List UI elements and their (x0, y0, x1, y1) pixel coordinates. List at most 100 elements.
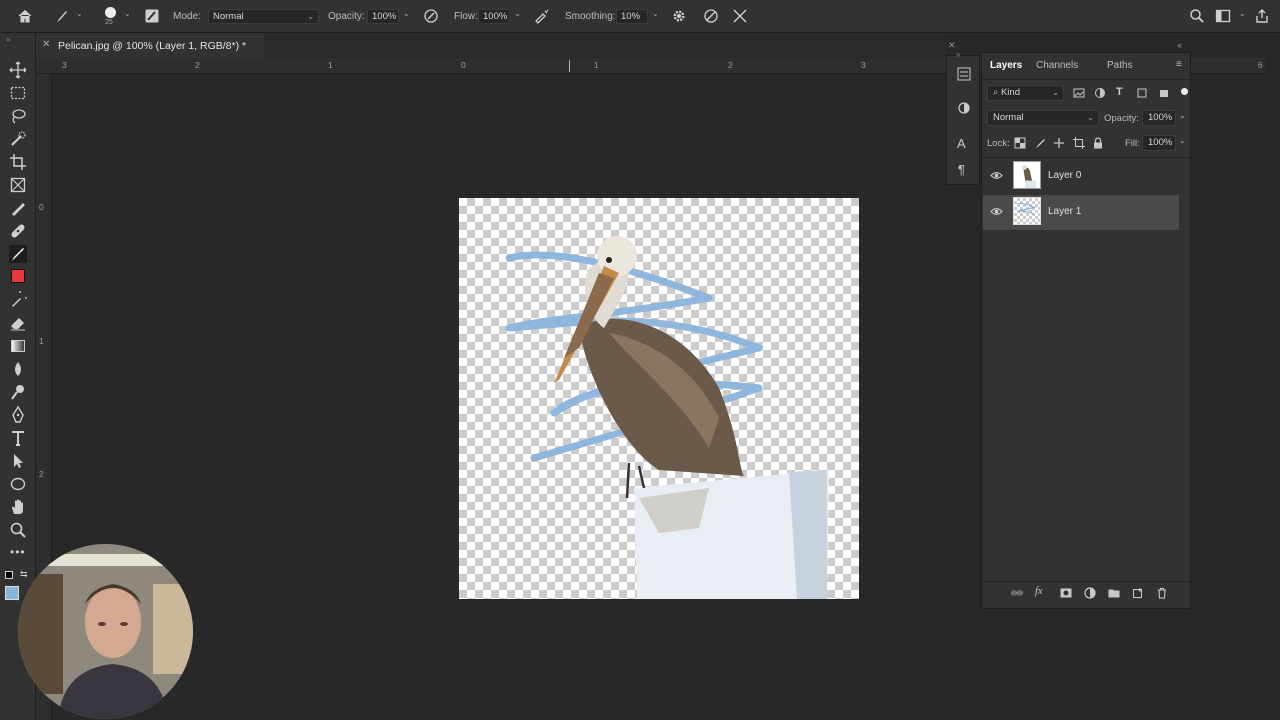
quick-selection-tool-icon[interactable] (9, 130, 27, 148)
layer-row-layer-0[interactable]: Layer 0 (983, 159, 1179, 194)
adjustments-panel-icon[interactable] (957, 101, 971, 115)
lock-artboard-icon[interactable] (1073, 137, 1085, 149)
hand-tool-icon[interactable] (9, 498, 27, 516)
brush-settings-icon[interactable] (144, 8, 160, 24)
share-icon[interactable] (1254, 8, 1270, 24)
filter-pixel-icon[interactable] (1073, 87, 1085, 99)
filter-shape-icon[interactable] (1136, 87, 1148, 99)
tab-layers[interactable]: Layers (990, 60, 1022, 71)
lasso-tool-icon[interactable] (9, 107, 27, 125)
filter-adjustment-icon[interactable] (1094, 87, 1106, 99)
flow-value: 100% (483, 11, 508, 22)
pen-tool-icon[interactable] (9, 405, 27, 424)
dodge-tool-icon[interactable] (9, 383, 27, 401)
layer-visibility-eye-icon[interactable] (990, 169, 1003, 182)
document-canvas[interactable] (459, 198, 859, 599)
close-document-icon[interactable]: ✕ (42, 39, 50, 50)
pressure-size-icon[interactable] (703, 8, 719, 24)
smoothing-input[interactable]: 10% (616, 9, 648, 24)
eyedropper-tool-icon[interactable] (9, 199, 27, 217)
panel-menu-icon[interactable]: ≡ (1176, 59, 1182, 70)
filter-type-icon[interactable]: T (1116, 86, 1123, 98)
history-brush-tool-icon[interactable] (9, 287, 31, 309)
fill-chevron-icon[interactable]: ⌄ (1179, 136, 1186, 145)
search-icon[interactable] (1189, 8, 1205, 24)
layer-row-layer-1[interactable]: Layer 1 (983, 195, 1179, 230)
flow-chevron-icon[interactable]: ⌄ (514, 9, 521, 18)
blend-mode-value: Normal (993, 112, 1024, 123)
expand-panels-icon[interactable]: » (956, 50, 960, 59)
mode-select[interactable]: Normal ⌄ (208, 9, 319, 24)
move-tool-icon[interactable] (9, 61, 27, 79)
footer-divider (982, 581, 1190, 582)
ellipse-tool-icon[interactable] (9, 475, 27, 493)
gear-icon[interactable] (671, 8, 687, 24)
symmetry-icon[interactable] (732, 8, 748, 24)
delete-layer-trash-icon[interactable] (1156, 587, 1168, 599)
layer-opacity-value: 100% (1148, 112, 1173, 123)
filter-toggle[interactable] (1181, 88, 1188, 95)
blend-mode-select[interactable]: Normal ⌄ (987, 110, 1099, 126)
pressure-opacity-icon[interactable] (423, 8, 439, 24)
flow-input[interactable]: 100% (478, 9, 510, 24)
brush-preset-icon[interactable] (54, 8, 70, 24)
lock-image-pixels-icon[interactable] (1034, 137, 1046, 149)
link-layers-icon[interactable] (1011, 587, 1023, 599)
properties-panel-icon[interactable] (957, 67, 971, 81)
fill-input[interactable]: 100% (1142, 135, 1176, 151)
layer-thumbnail[interactable] (1013, 197, 1041, 225)
lock-transparent-pixels-icon[interactable] (1014, 137, 1026, 149)
more-tools-icon[interactable]: ••• (10, 545, 26, 559)
toolbar-collapse-icon[interactable]: » (6, 35, 10, 44)
gradient-tool-icon[interactable] (9, 337, 27, 355)
brush-size-chevron-icon[interactable]: ⌄ (124, 9, 131, 18)
filter-kind-select[interactable]: ⌕ Kind ⌄ (987, 85, 1064, 101)
opacity-input[interactable]: 100% (367, 9, 399, 24)
foreground-color-swatch[interactable] (11, 269, 25, 283)
brush-size-icon[interactable] (105, 7, 116, 18)
character-panel-icon[interactable]: A (957, 136, 966, 151)
smoothing-chevron-icon[interactable]: ⌄ (652, 9, 659, 18)
collapse-panel-icon[interactable]: « (1177, 40, 1182, 50)
swap-colors-icon[interactable]: ⇆ (20, 569, 28, 580)
workspace-chevron-icon[interactable]: ⌄ (1239, 9, 1246, 18)
tab-paths[interactable]: Paths (1107, 60, 1133, 71)
eraser-tool-icon[interactable] (9, 314, 27, 332)
healing-brush-tool-icon[interactable] (9, 222, 27, 240)
airbrush-icon[interactable] (534, 8, 550, 24)
smoothing-value: 10% (621, 11, 641, 22)
ruler-top-label: 0 (461, 60, 466, 70)
default-colors-icon[interactable] (5, 571, 13, 579)
opacity-chevron-icon[interactable]: ⌄ (403, 9, 410, 18)
blur-tool-icon[interactable] (9, 360, 27, 378)
brush-preset-chevron-icon[interactable]: ⌄ (76, 9, 83, 18)
type-tool-icon[interactable] (9, 429, 27, 447)
new-group-folder-icon[interactable] (1108, 587, 1120, 599)
layer-thumbnail[interactable] (1013, 161, 1041, 189)
layer-style-fx-icon[interactable]: fx (1035, 586, 1043, 597)
ruler-left-label: 1 (39, 336, 44, 346)
layer-visibility-eye-icon[interactable] (990, 205, 1003, 218)
lock-position-icon[interactable] (1053, 137, 1065, 149)
paragraph-panel-icon[interactable]: ¶ (958, 162, 965, 177)
layer-opacity-chevron-icon[interactable]: ⌄ (1179, 111, 1186, 120)
crop-tool-icon[interactable] (9, 153, 27, 171)
new-layer-icon[interactable] (1132, 587, 1144, 599)
new-adjustment-layer-icon[interactable] (1084, 587, 1096, 599)
background-color-swatch[interactable] (5, 586, 19, 600)
layer-opacity-input[interactable]: 100% (1142, 110, 1176, 126)
ruler-top-label: 3 (861, 60, 866, 70)
marquee-tool-icon[interactable] (9, 84, 27, 102)
path-selection-tool-icon[interactable] (9, 452, 27, 470)
home-icon[interactable] (17, 8, 33, 24)
zoom-tool-icon[interactable] (9, 521, 27, 539)
tab-channels[interactable]: Channels (1036, 60, 1078, 71)
frame-tool-icon[interactable] (9, 176, 27, 194)
add-mask-icon[interactable] (1060, 587, 1072, 599)
close-panel-icon[interactable]: ✕ (948, 40, 956, 51)
filter-smart-object-icon[interactable] (1158, 87, 1170, 99)
filter-chevron-icon: ⌄ (1052, 88, 1059, 97)
lock-all-icon[interactable] (1092, 137, 1104, 149)
workspace-icon[interactable] (1215, 8, 1231, 24)
brush-tool-icon[interactable] (9, 245, 27, 263)
